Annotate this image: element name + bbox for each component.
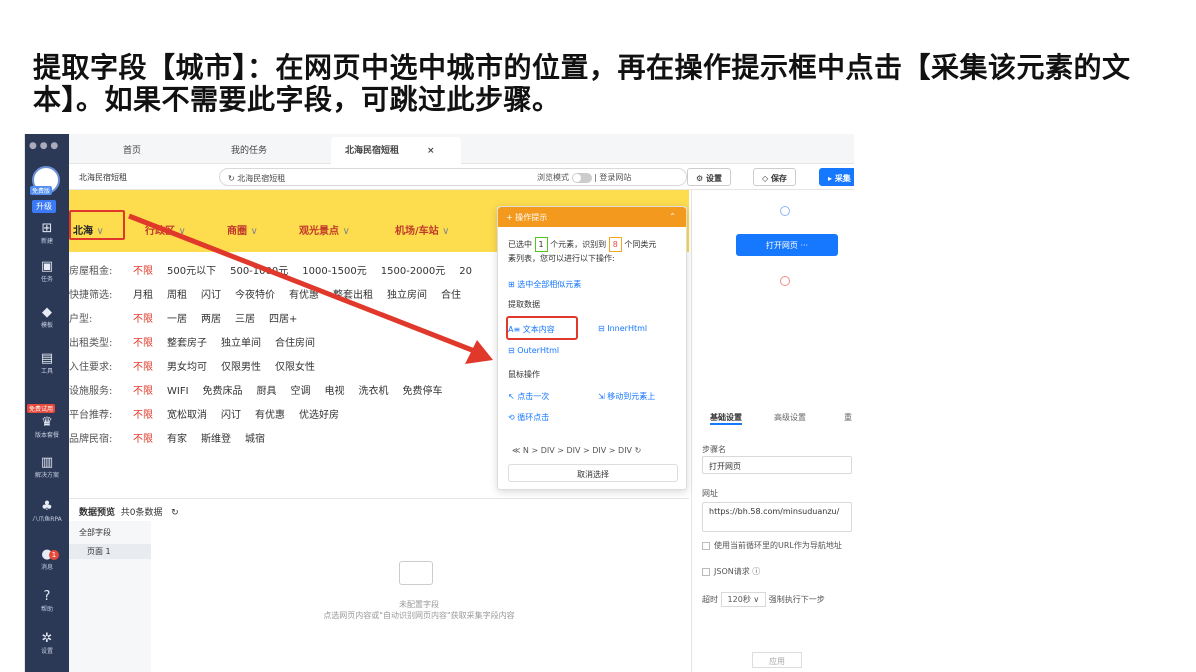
checkbox[interactable] bbox=[702, 541, 710, 550]
tab-mytask[interactable]: 我的任务 bbox=[231, 143, 267, 156]
tab-home[interactable]: 首页 bbox=[123, 143, 141, 156]
extract-data-label: 提取数据 bbox=[508, 300, 540, 309]
data-preview: 数据预览 共0条数据 ↻ 全部字段 页面 1 未配置字段 点选网页内容或"自动识别… bbox=[69, 498, 689, 672]
collapse-icon[interactable]: ⌃ bbox=[669, 212, 676, 221]
url-label: 网址 bbox=[702, 489, 718, 498]
popup-message: 已选中 1 个元素，识别到 8 个同类元 素列表，您可以进行以下操作: bbox=[508, 237, 656, 265]
hover-option[interactable]: ⇲ 移动到元素上 bbox=[598, 391, 655, 402]
step-name-label: 步骤名 bbox=[702, 445, 726, 454]
plus-icon: ⊞ bbox=[41, 221, 53, 236]
collect-button[interactable]: ▸ 采集 bbox=[819, 168, 854, 186]
task-icon: ▣ bbox=[40, 259, 54, 274]
app-window: ● ● ● 免费版 升级 ⊞ 新建 ▣ 任务 ◆ 模板 ▤ 工具 免费试用 ♛ 版本套餐 … bbox=[24, 134, 854, 672]
preview-header: 数据预览 共0条数据 ↻ bbox=[79, 508, 179, 518]
toolbox-icon: ▤ bbox=[40, 351, 54, 366]
click-once-option[interactable]: ↖ 点击一次 bbox=[508, 391, 549, 402]
popup-header: + 操作提示 ⌃ bbox=[498, 207, 686, 227]
right-panel: 打开网页 ··· 基础设置 高级设置 重 步骤名 打开网页 网址 https:/… bbox=[691, 190, 854, 672]
tab-bar: 首页 我的任务 北海民宿短租 × bbox=[69, 134, 854, 164]
left-nav: ● ● ● 免费版 升级 ⊞ 新建 ▣ 任务 ◆ 模板 ▤ 工具 免费试用 ♛ 版本套餐 … bbox=[25, 134, 69, 672]
empty-tray-icon bbox=[399, 561, 433, 585]
chart-icon: ▥ bbox=[40, 455, 54, 470]
free-badge: 免费版 bbox=[30, 186, 53, 195]
template-icon: ◆ bbox=[42, 305, 52, 320]
settings-button[interactable]: ⚙ 设置 bbox=[687, 168, 731, 186]
nav-rpa[interactable]: ♣ 八爪鱼RPA bbox=[25, 499, 69, 524]
crown-icon: ♛ bbox=[41, 415, 53, 430]
city-highlight-box bbox=[69, 210, 125, 240]
tab-active[interactable]: 北海民宿短租 × bbox=[331, 137, 461, 164]
element-breadcrumb[interactable]: ≪ N > DIV > DIV > DIV > DIV ↻ bbox=[512, 446, 641, 455]
timeout-row: 超时 120秒 ∨ 强制执行下一步 bbox=[702, 592, 825, 607]
browse-mode[interactable]: 浏览模式 | 登录网站 bbox=[537, 172, 631, 183]
save-button[interactable]: ◇ 保存 bbox=[753, 168, 796, 186]
step-name-input[interactable]: 打开网页 bbox=[702, 456, 852, 474]
nav-plans[interactable]: ♛ 版本套餐 bbox=[25, 415, 69, 440]
url-field[interactable]: https://bh.58.com/minsuduanzu/ bbox=[702, 502, 852, 532]
select-all-similar[interactable]: ⊞ 选中全部相似元素 bbox=[508, 279, 581, 290]
operation-tips-popup: + 操作提示 ⌃ 已选中 1 个元素，识别到 8 个同类元 素列表，您可以进行以下操… bbox=[497, 206, 687, 490]
message-count: 1 bbox=[49, 550, 59, 560]
address-bar: 北海民宿短租 ↻ 北海民宿短租 浏览模式 | 登录网站 ⚙ 设置 ◇ 保存 ▸ … bbox=[69, 164, 854, 190]
checkbox[interactable] bbox=[702, 567, 710, 576]
text-content-highlight-box bbox=[506, 316, 578, 340]
window-controls[interactable]: ● ● ● bbox=[29, 141, 58, 151]
nav-template[interactable]: ◆ 模板 bbox=[25, 305, 69, 330]
all-fields[interactable]: 全部字段 bbox=[69, 521, 151, 544]
empty-message: 未配置字段 点选网页内容或"自动识别网页内容"获取采集字段内容 bbox=[323, 600, 515, 620]
nav-new[interactable]: ⊞ 新建 bbox=[25, 221, 69, 246]
tab-basic[interactable]: 基础设置 bbox=[710, 412, 742, 425]
start-node-icon[interactable] bbox=[780, 206, 790, 216]
loop-click-option[interactable]: ⟲ 循环点击 bbox=[508, 412, 549, 423]
page-1[interactable]: 页面 1 bbox=[69, 544, 151, 559]
nav-messages[interactable]: ● 消息 bbox=[25, 547, 69, 572]
page-title: 北海民宿短租 bbox=[79, 173, 127, 182]
use-loop-url[interactable]: 使用当前循环里的URL作为导航地址 bbox=[702, 540, 842, 551]
browse-toggle[interactable] bbox=[571, 172, 592, 183]
outerhtml-option[interactable]: ⊟ OuterHtml bbox=[508, 346, 559, 355]
annotation-arrow bbox=[128, 213, 493, 364]
gear-icon: ✲ bbox=[41, 631, 53, 646]
apply-button[interactable]: 应用 bbox=[752, 652, 802, 668]
refresh-icon[interactable]: ↻ bbox=[171, 508, 179, 518]
json-request[interactable]: JSON请求 ⓘ bbox=[702, 566, 760, 577]
nav-settings[interactable]: ✲ 设置 bbox=[25, 631, 69, 656]
bell-icon: ● bbox=[41, 547, 53, 562]
octopus-icon: ♣ bbox=[41, 499, 53, 514]
help-icon: ? bbox=[43, 589, 51, 604]
close-icon[interactable]: × bbox=[427, 146, 435, 156]
trial-badge: 免费试用 bbox=[27, 404, 56, 413]
preview-sidebar: 全部字段 页面 1 bbox=[69, 521, 151, 672]
nav-help[interactable]: ? 帮助 bbox=[25, 589, 69, 614]
open-page-node[interactable]: 打开网页 ··· bbox=[736, 234, 838, 256]
innerhtml-option[interactable]: ⊟ InnerHtml bbox=[598, 324, 647, 333]
end-node-icon[interactable] bbox=[780, 276, 790, 286]
upgrade-button[interactable]: 升级 bbox=[32, 200, 56, 213]
nav-tools[interactable]: ▤ 工具 bbox=[25, 351, 69, 376]
timeout-select[interactable]: 120秒 ∨ bbox=[720, 592, 767, 607]
instruction-caption: 提取字段【城市】：在网页中选中城市的位置，再在操作提示框中点击【采集该元素的文本… bbox=[33, 51, 1131, 116]
nav-task[interactable]: ▣ 任务 bbox=[25, 259, 69, 284]
cancel-selection-button[interactable]: 取消选择 bbox=[508, 464, 678, 482]
mouse-ops-label: 鼠标操作 bbox=[508, 370, 540, 379]
tab-advanced[interactable]: 高级设置 bbox=[774, 412, 806, 423]
refresh-icon[interactable]: ↻ bbox=[228, 174, 237, 183]
tab-more[interactable]: 重 bbox=[844, 412, 852, 423]
nav-solutions[interactable]: ▥ 解决方案 bbox=[25, 455, 69, 480]
